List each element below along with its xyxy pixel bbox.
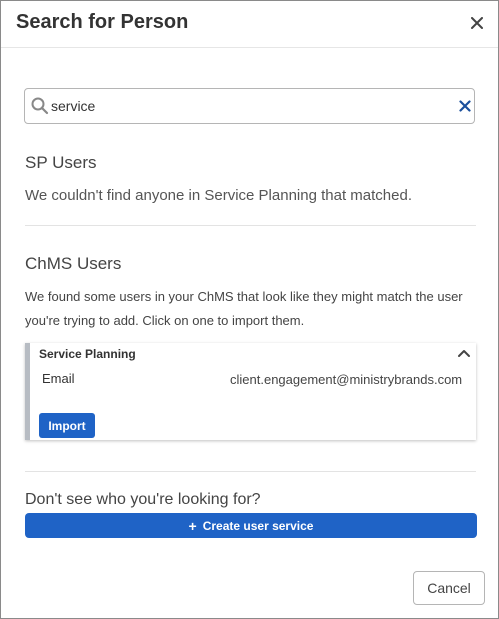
import-button[interactable]: Import — [39, 413, 95, 438]
search-field — [24, 88, 475, 124]
divider — [25, 225, 476, 226]
sp-users-message: We couldn't find anyone in Service Plann… — [25, 187, 412, 204]
not-found-prompt: Don't see who you're looking for? — [25, 491, 261, 508]
clear-icon[interactable] — [459, 100, 471, 112]
cancel-button[interactable]: Cancel — [413, 571, 485, 605]
email-label: Email — [42, 371, 75, 386]
sp-users-heading: SP Users — [25, 153, 97, 172]
chms-users-heading: ChMS Users — [25, 254, 122, 273]
divider — [25, 471, 476, 472]
modal-title: Search for Person — [16, 11, 189, 33]
search-person-modal: Search for Person SP Users We couldn't f… — [0, 0, 499, 619]
email-value: client.engagement@ministrybrands.com — [230, 372, 463, 387]
close-button[interactable] — [467, 13, 487, 33]
plus-icon: + — [188, 517, 197, 534]
search-icon — [31, 97, 49, 115]
close-icon — [471, 17, 483, 29]
search-input[interactable] — [51, 96, 451, 116]
result-source-title: Service Planning — [39, 347, 136, 361]
chms-users-message: We found some users in your ChMS that lo… — [25, 289, 463, 328]
chevron-up-icon[interactable] — [457, 348, 471, 358]
create-user-button[interactable]: + Create user service — [25, 513, 477, 538]
chms-user-result-card[interactable]: Service Planning Email client.engagement… — [25, 343, 476, 440]
modal-header: Search for Person — [1, 1, 498, 48]
create-user-label: Create user service — [202, 518, 314, 533]
